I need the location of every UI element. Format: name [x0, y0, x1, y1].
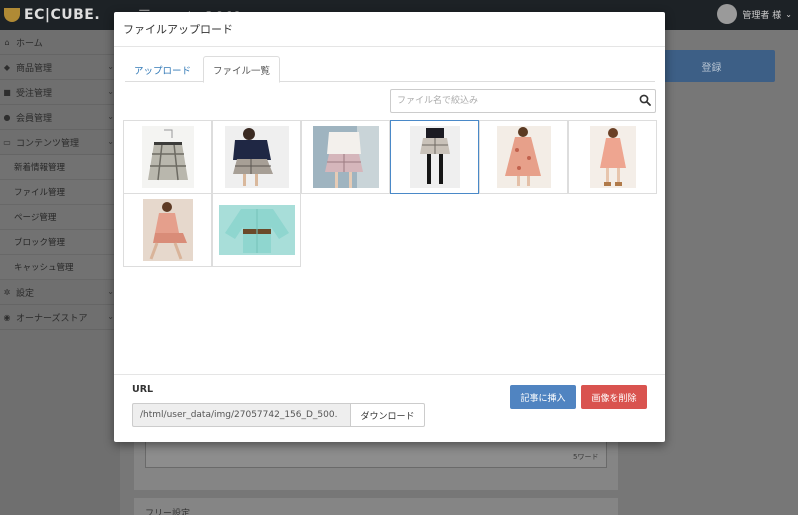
cube-logo-icon — [4, 8, 20, 22]
sidebar-item-label: 設定 — [16, 288, 35, 299]
sidebar-subitem-files[interactable]: ファイル管理 — [0, 180, 120, 205]
pink-dress-standing-image — [589, 126, 636, 188]
file-icon: ▭ — [3, 137, 11, 147]
pink-dress-sitting-image — [142, 199, 193, 261]
sidebar-item-products[interactable]: ◆ 商品管理 ⌄ — [0, 55, 120, 80]
info-icon: ◉ — [3, 312, 11, 322]
sidebar-item-owners-store[interactable]: ◉ オーナーズストア ⌄ — [0, 305, 120, 330]
sidebar-item-label: 商品管理 — [16, 63, 53, 74]
tag-icon: ◆ — [3, 62, 11, 72]
free-settings-title: フリー設定 — [145, 509, 191, 515]
sidebar-subitem-news[interactable]: 新着情報管理 — [0, 155, 120, 180]
user-name: 管理者 様 — [742, 10, 782, 21]
user-icon: ● — [3, 112, 11, 122]
chevron-down-icon: ⌄ — [107, 137, 114, 146]
search-icon[interactable] — [639, 94, 651, 106]
sidebar-item-label: コンテンツ管理 — [16, 138, 80, 149]
navy-sweater-plaid-skirt-image — [224, 126, 289, 188]
thumbnail-mint-shirt[interactable] — [212, 193, 301, 267]
tab-file-list[interactable]: ファイル一覧 — [203, 56, 281, 83]
delete-image-button[interactable]: 画像を削除 — [581, 385, 647, 409]
sidebar-item-label: オーナーズストア — [16, 313, 88, 324]
register-button[interactable]: 登録 — [648, 50, 775, 82]
thumbnail-pink-dress-standing[interactable] — [568, 120, 657, 194]
home-icon: ⌂ — [4, 37, 10, 47]
chevron-down-icon: ⌄ — [107, 62, 114, 71]
modal-tabs: アップロード ファイル一覧 — [125, 56, 655, 83]
sidebar-subitem-blocks[interactable]: ブロック管理 — [0, 230, 120, 255]
sidebar-item-home[interactable]: ⌂ ホーム — [0, 30, 120, 55]
pink-floral-dress-image — [496, 126, 551, 188]
mint-shirt-image — [218, 205, 295, 255]
tab-upload[interactable]: アップロード — [125, 56, 200, 83]
brand-text: EC|CUBE. — [24, 7, 101, 23]
sidebar-item-customers[interactable]: ● 会員管理 ⌄ — [0, 105, 120, 130]
free-settings-panel — [134, 498, 618, 515]
file-search-input[interactable] — [391, 90, 631, 112]
chevron-down-icon: ⌄ — [107, 112, 114, 121]
content-textarea[interactable] — [145, 440, 607, 468]
sidebar-item-label: ホーム — [16, 38, 43, 49]
thumbnail-black-top-plaid-skirt[interactable] — [390, 120, 479, 194]
url-field[interactable] — [132, 403, 351, 427]
sidebar-item-settings[interactable]: ✲ 設定 ⌄ — [0, 280, 120, 305]
chevron-down-icon: ⌄ — [107, 312, 114, 321]
chevron-down-icon: ⌄ — [785, 9, 792, 19]
avatar — [717, 4, 738, 24]
thumbnail-pink-floral-dress[interactable] — [479, 120, 568, 194]
gear-icon: ✲ — [3, 287, 11, 297]
cart-icon: ■ — [3, 87, 11, 97]
white-sweater-plaid-skirt-image — [312, 126, 379, 188]
thumbnail-navy-sweater-plaid-skirt[interactable] — [212, 120, 301, 194]
modal-header: ファイルアップロード — [114, 12, 665, 47]
sidebar-subitem-cache[interactable]: キャッシュ管理 — [0, 255, 120, 280]
black-top-plaid-skirt-image — [409, 126, 460, 188]
thumbnail-plaid-skirt[interactable] — [123, 120, 212, 194]
sidebar-item-label: 会員管理 — [16, 113, 53, 124]
file-upload-modal: ファイルアップロード アップロード ファイル一覧 ファイル名で絞込み URL /… — [114, 12, 665, 442]
url-label: URL — [132, 384, 154, 395]
download-button[interactable]: ダウンロード — [350, 403, 425, 427]
plaid-skirt-image — [141, 126, 194, 188]
modal-footer: URL ダウンロード 記事に挿入 画像を削除 — [114, 374, 665, 442]
brand-logo[interactable]: EC|CUBE. — [4, 6, 100, 24]
user-menu[interactable]: 管理者 様 ⌄ — [717, 4, 792, 24]
chevron-down-icon: ⌄ — [107, 87, 114, 96]
sidebar-item-orders[interactable]: ■ 受注管理 ⌄ — [0, 80, 120, 105]
sidebar-subitem-pages[interactable]: ページ管理 — [0, 205, 120, 230]
sidebar-item-label: 受注管理 — [16, 88, 53, 99]
file-search — [390, 89, 656, 113]
sidebar: ⌂ ホーム ◆ 商品管理 ⌄ ■ 受注管理 ⌄ ● 会員管理 ⌄ ▭ コンテンツ管理 ⌄ 新着情報… — [0, 30, 120, 515]
word-count: 5ワード — [573, 453, 599, 461]
chevron-down-icon: ⌄ — [107, 287, 114, 296]
modal-title: ファイルアップロード — [123, 23, 233, 36]
insert-into-article-button[interactable]: 記事に挿入 — [510, 385, 576, 409]
sidebar-item-contents[interactable]: ▭ コンテンツ管理 ⌄ — [0, 130, 120, 155]
thumbnail-white-sweater-plaid-skirt[interactable] — [301, 120, 390, 194]
thumbnail-pink-dress-sitting[interactable] — [123, 193, 212, 267]
